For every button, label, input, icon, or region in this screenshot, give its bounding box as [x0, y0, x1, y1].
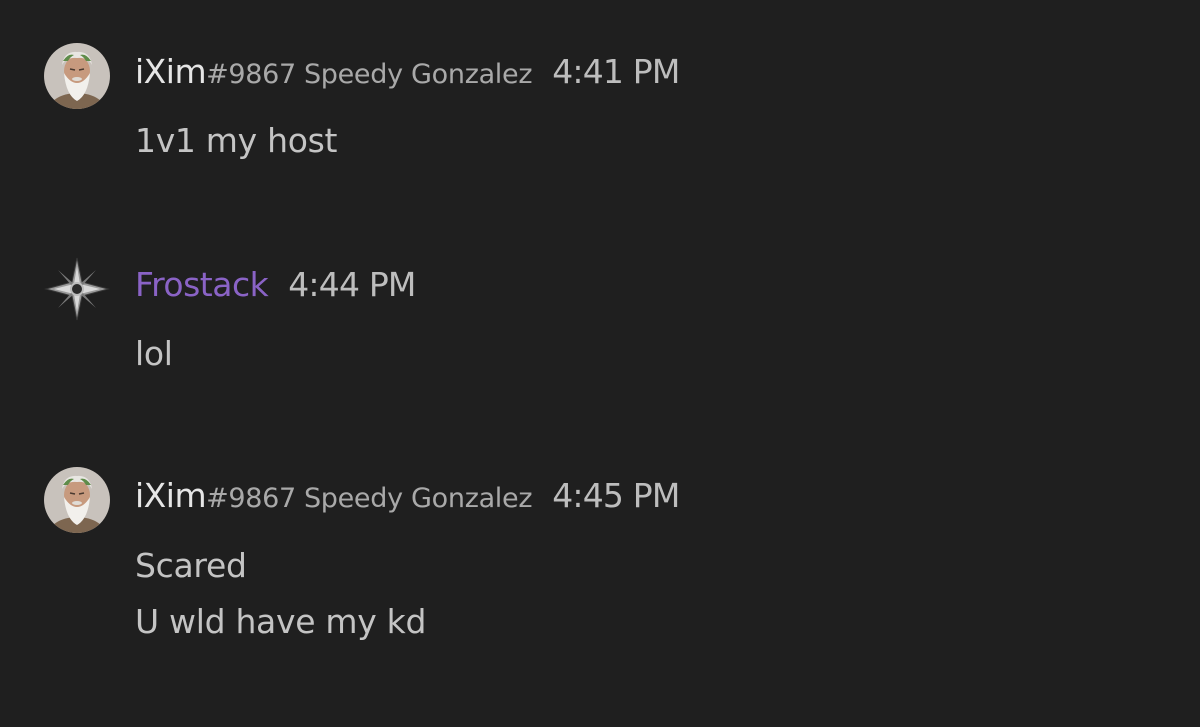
message-body: Scared U wld have my kd	[135, 538, 426, 650]
username[interactable]: iXim	[135, 52, 207, 91]
message-text: 1v1 my host	[135, 121, 338, 160]
username[interactable]: iXim	[135, 476, 207, 515]
message-body: 1v1 my host	[135, 113, 337, 169]
message-header: iXim#9867 Speedy Gonzalez 4:45 PM	[135, 479, 680, 512]
message-timestamp: 4:41 PM	[552, 52, 680, 91]
message-header: Frostack 4:44 PM	[135, 268, 416, 301]
bearded-god-avatar-icon[interactable]	[44, 43, 110, 109]
user-nickname: Speedy Gonzalez	[303, 483, 533, 514]
user-discriminator: #9867	[206, 59, 296, 90]
message-text: U wld have my kd	[135, 602, 427, 641]
username[interactable]: Frostack	[135, 265, 269, 304]
chat-log: iXim#9867 Speedy Gonzalez 4:41 PM 1v1 my h…	[0, 0, 1200, 727]
message-header: iXim#9867 Speedy Gonzalez 4:41 PM	[135, 55, 680, 88]
user-discriminator: #9867	[206, 483, 296, 514]
message-timestamp: 4:44 PM	[288, 265, 416, 304]
silver-star-emblem-avatar-icon[interactable]	[44, 256, 110, 322]
bearded-god-avatar-icon[interactable]	[44, 467, 110, 533]
message-text: Scared	[135, 546, 247, 585]
message-body: lol	[135, 326, 173, 382]
user-nickname: Speedy Gonzalez	[303, 59, 533, 90]
message-text: lol	[135, 334, 173, 373]
message-timestamp: 4:45 PM	[552, 476, 680, 515]
